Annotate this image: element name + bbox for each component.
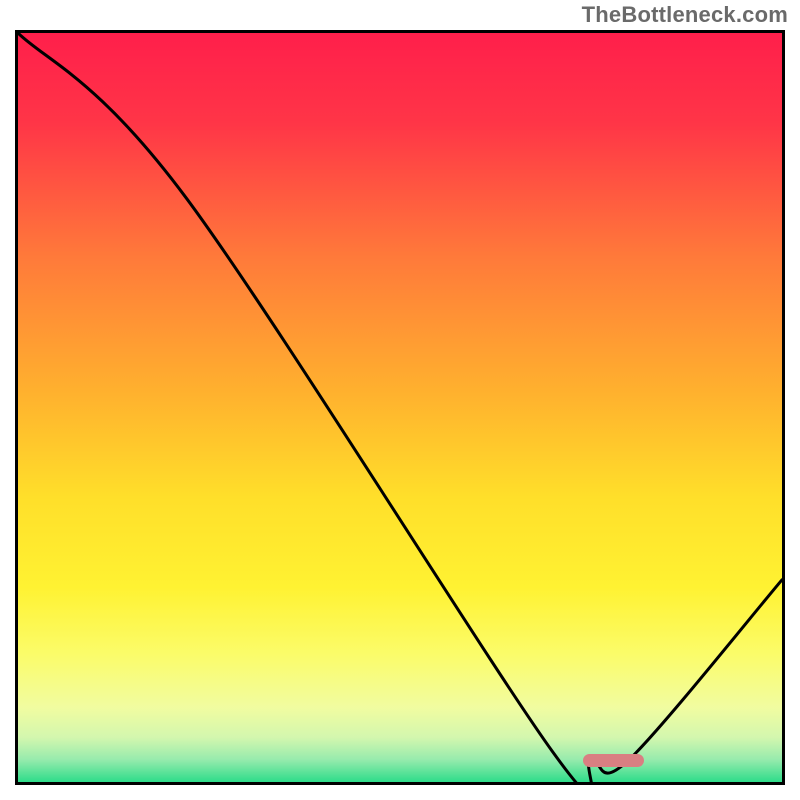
chart-container: TheBottleneck.com	[0, 0, 800, 800]
optimal-marker	[583, 754, 644, 767]
bottleneck-curve	[18, 33, 782, 782]
plot-frame	[15, 30, 785, 785]
watermark-text: TheBottleneck.com	[582, 2, 788, 28]
